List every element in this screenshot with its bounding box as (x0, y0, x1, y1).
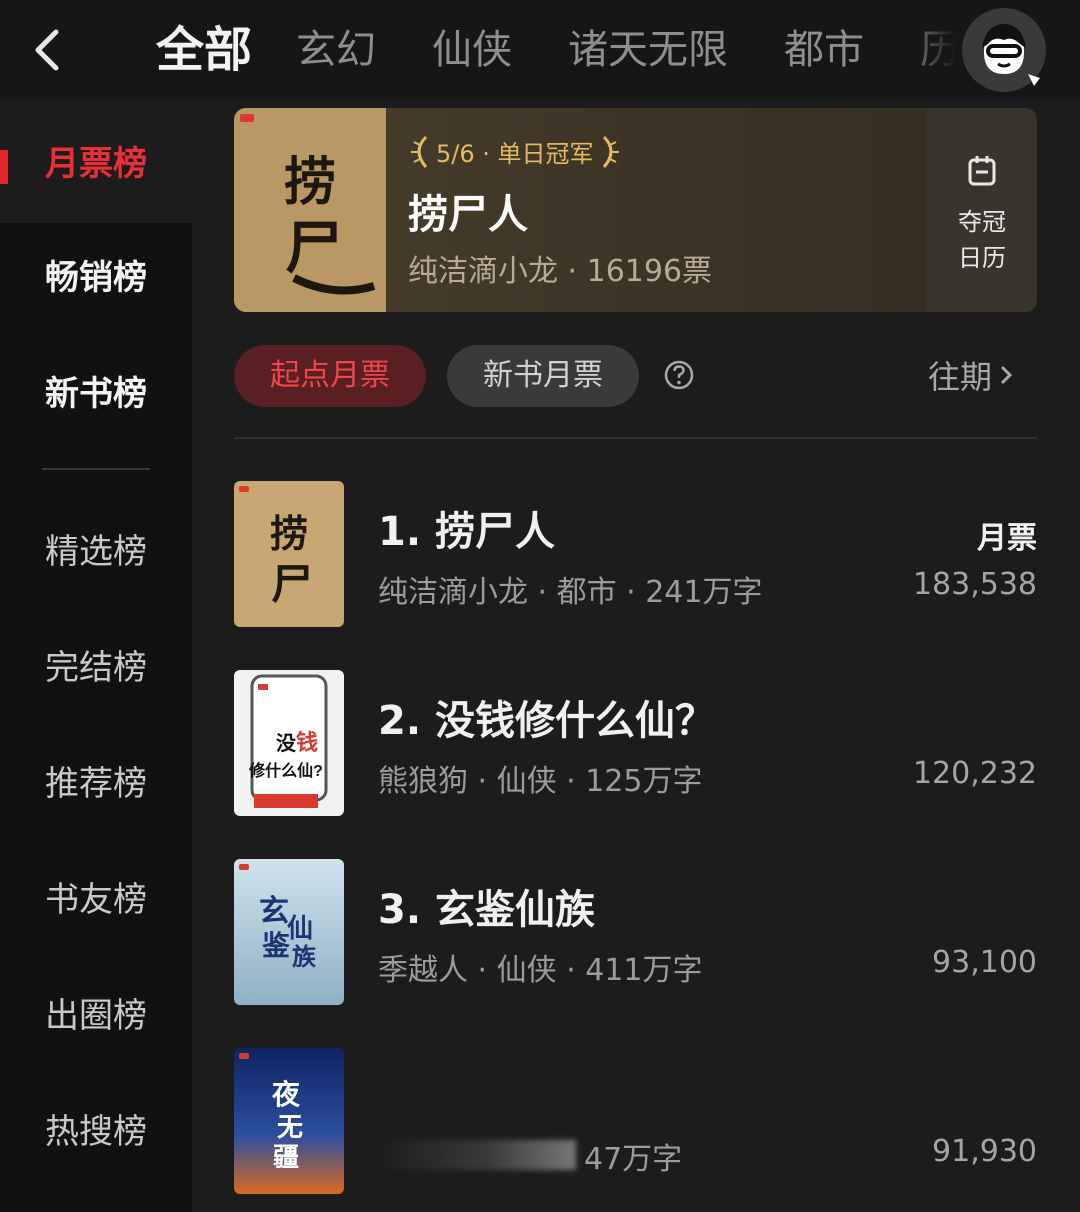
sidebar-active-marker (0, 150, 8, 184)
list-item[interactable]: 玄 仙 鉴 族 3. 玄鉴仙族 季越人 · 仙侠 · 411万字 93,100 (234, 859, 1037, 1009)
book-cover[interactable]: 没 钱 修什么仙? (234, 670, 344, 816)
sidebar-item-completed[interactable]: 完结榜 (0, 640, 192, 689)
sidebar-item-monthly-ticket[interactable]: 月票榜 (0, 100, 192, 223)
svg-text:仙: 仙 (287, 914, 313, 943)
ticket-count: 120,232 (912, 756, 1037, 791)
svg-text:尸: 尸 (285, 216, 343, 281)
sidebar-item-new-books[interactable]: 新书榜 (0, 366, 192, 415)
sidebar-item-recommended[interactable]: 推荐榜 (0, 756, 192, 805)
svg-text:捞: 捞 (270, 514, 308, 556)
list-item[interactable]: 夜 无 疆 47万字 91,930 (234, 1048, 1037, 1198)
calendar-icon (968, 156, 996, 186)
svg-text:夜: 夜 (271, 1078, 301, 1111)
book-title: 2. 没钱修什么仙？ (378, 698, 715, 744)
book-cover-art: 捞 尸 (234, 481, 344, 627)
champion-meta: 纯洁滴小龙 · 16196票 (408, 254, 713, 289)
svg-text:没: 没 (276, 732, 297, 755)
sidebar-item-bestseller[interactable]: 畅销榜 (0, 250, 192, 299)
champion-badge: 5/6 · 单日冠军 (408, 134, 622, 169)
divider (234, 437, 1037, 439)
calendar-label-line2: 日历 (958, 244, 1006, 272)
tab-all[interactable]: 全部 (156, 20, 252, 80)
book-cover[interactable]: 夜 无 疆 (234, 1048, 344, 1194)
redacted-title-mask (354, 1140, 576, 1170)
svg-text:玄: 玄 (259, 894, 289, 928)
tab-dushi[interactable]: 都市 (784, 20, 864, 80)
calendar-label-line1: 夺冠 (958, 208, 1006, 236)
book-title: 1. 捞尸人 (378, 509, 555, 555)
back-arrow-icon[interactable] (28, 26, 68, 74)
champion-book-cover[interactable]: 捞 尸 (234, 108, 386, 312)
champion-calendar-button[interactable]: 夺冠 日历 (927, 108, 1037, 312)
sidebar-item-readers[interactable]: 书友榜 (0, 872, 192, 921)
sidebar-divider (42, 468, 150, 470)
chevron-right-icon (1000, 365, 1013, 385)
filter-qidian-monthly[interactable]: 起点月票 (234, 345, 426, 407)
champion-badge-text: 5/6 · 单日冠军 (436, 140, 594, 168)
history-label: 往期 (928, 358, 993, 396)
sidebar-item-breakout[interactable]: 出圈榜 (0, 988, 192, 1037)
avatar[interactable] (962, 8, 1046, 92)
svg-text:钱: 钱 (296, 730, 318, 755)
tab-xuanhuan[interactable]: 玄幻 (296, 20, 376, 80)
tab-zhutian[interactable]: 诸天无限 (568, 20, 728, 80)
filter-new-book-monthly[interactable]: 新书月票 (447, 345, 639, 407)
daily-champion-card[interactable]: 捞 尸 5/6 · 单日冠军 捞尸人 纯洁滴小龙 · 16196票 夺冠 日历 (234, 108, 1037, 312)
book-title: 3. 玄鉴仙族 (378, 887, 595, 933)
book-cover[interactable]: 玄 仙 鉴 族 (234, 859, 344, 1005)
book-meta: 熊狼狗 · 仙侠 · 125万字 (378, 764, 703, 799)
book-cover-art: 玄 仙 鉴 族 (234, 859, 344, 1005)
champion-cover-art: 捞 尸 (234, 108, 386, 312)
svg-text:捞: 捞 (284, 154, 336, 212)
avatar-face-icon (964, 10, 1044, 90)
svg-text:疆: 疆 (273, 1143, 299, 1172)
list-item[interactable]: 捞 尸 1. 捞尸人 纯洁滴小龙 · 都市 · 241万字 月票 183,538 (234, 481, 1037, 631)
sidebar-item-hot-search[interactable]: 热搜榜 (0, 1104, 192, 1153)
laurel-left-icon (411, 135, 428, 168)
ticket-count: 91,930 (932, 1134, 1037, 1169)
category-tabs: 全部 玄幻 仙侠 诸天无限 都市 历 (156, 18, 1016, 82)
history-link[interactable]: 往期 (928, 352, 1018, 398)
book-meta: 纯洁滴小龙 · 都市 · 241万字 (378, 575, 763, 610)
laurel-right-icon (602, 135, 619, 168)
book-meta: 季越人 · 仙侠 · 411万字 (378, 953, 703, 988)
book-meta: 47万字 (584, 1142, 683, 1177)
help-icon[interactable] (664, 360, 694, 390)
book-cover-art: 夜 无 疆 (234, 1048, 344, 1194)
svg-text:修什么仙?: 修什么仙? (248, 761, 323, 780)
ticket-unit-label: 月票 (977, 521, 1037, 556)
ticket-count: 93,100 (932, 945, 1037, 980)
book-cover[interactable]: 捞 尸 (234, 481, 344, 627)
list-item[interactable]: 没 钱 修什么仙? 2. 没钱修什么仙？ 熊狼狗 · 仙侠 · 125万字 12… (234, 670, 1037, 820)
book-cover-art: 没 钱 修什么仙? (234, 670, 344, 816)
ranking-sidebar: 月票榜 畅销榜 新书榜 精选榜 完结榜 推荐榜 书友榜 出圈榜 热搜榜 (0, 100, 192, 1212)
tab-xianxia[interactable]: 仙侠 (432, 20, 512, 80)
svg-text:尸: 尸 (271, 563, 313, 609)
svg-text:无: 无 (277, 1113, 303, 1142)
top-nav: 全部 玄幻 仙侠 诸天无限 都市 历 (0, 0, 1080, 100)
ticket-count: 183,538 (912, 567, 1037, 602)
sidebar-item-featured[interactable]: 精选榜 (0, 524, 192, 573)
champion-title: 捞尸人 (408, 192, 528, 238)
svg-text:族: 族 (292, 943, 317, 971)
svg-text:鉴: 鉴 (261, 930, 291, 962)
